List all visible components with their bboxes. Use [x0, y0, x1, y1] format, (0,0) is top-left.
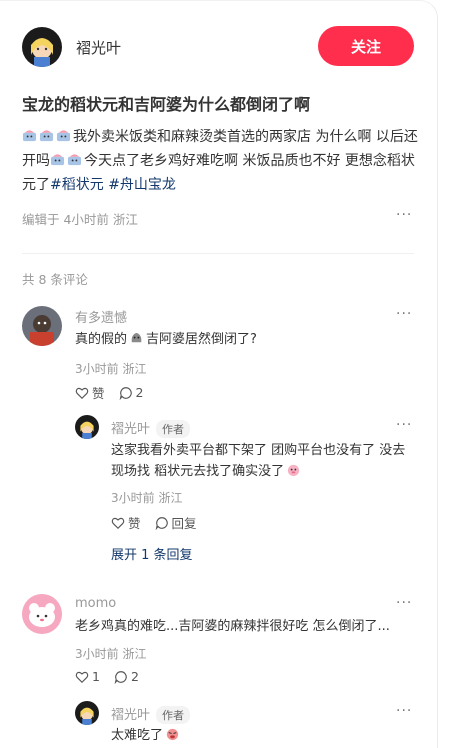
- post-more-icon[interactable]: ···: [396, 207, 412, 223]
- reply-actions: 赞 回复: [111, 513, 211, 532]
- reply-author-avatar[interactable]: [75, 701, 99, 725]
- like-button[interactable]: 1: [75, 669, 100, 684]
- emoji-icon: [127, 332, 146, 347]
- expand-replies-link[interactable]: 展开 1 条回复: [111, 544, 193, 563]
- reply-button[interactable]: 2: [119, 385, 144, 400]
- commenter-avatar[interactable]: [22, 594, 62, 634]
- post-meta: 编辑于 4小时前 浙江: [22, 212, 138, 227]
- comment-meta: 3小时前 浙江: [75, 362, 147, 376]
- like-count: 1: [92, 669, 100, 684]
- comment-count: 共 8 条评论: [22, 272, 88, 287]
- hashtag-link[interactable]: #稻状元: [50, 177, 104, 193]
- reply-button[interactable]: 2: [114, 669, 139, 684]
- reply-text-part: 这家我看外卖平台都下架了 团购平台也没有了 没去现场找 稻状元去找了确实没了: [111, 443, 406, 479]
- comment-more-icon[interactable]: ···: [396, 595, 412, 611]
- reply-author-name: 褶光叶 作者: [111, 704, 191, 724]
- commenter-avatar[interactable]: [22, 306, 62, 346]
- comment-text-part: 真的假的: [75, 332, 128, 347]
- emoji-icon: [56, 129, 73, 145]
- reply-count: 2: [135, 385, 144, 400]
- reply-text-part: 太难吃了: [111, 728, 164, 743]
- like-button[interactable]: 赞: [75, 383, 105, 402]
- note-detail-panel: 褶光叶 关注 宝龙的稻状元和吉阿婆为什么都倒闭了啊 我外卖米饭类和麻辣烫类首选的…: [0, 0, 438, 748]
- emoji-icon: [284, 464, 303, 479]
- reply-author-avatar[interactable]: [75, 415, 99, 439]
- commenter-name[interactable]: 有多遗憾: [75, 307, 127, 326]
- follow-button[interactable]: 关注: [318, 26, 414, 66]
- emoji-icon: [39, 129, 56, 145]
- comment-bubble-icon: [114, 670, 127, 684]
- hashtag-link[interactable]: #舟山宝龙: [108, 177, 176, 193]
- reply-name[interactable]: 褶光叶: [111, 422, 150, 437]
- commenter-name[interactable]: momo: [75, 596, 116, 611]
- comment-meta: 3小时前 浙江: [75, 647, 147, 661]
- reply-label: 回复: [171, 516, 197, 531]
- emoji-icon: [67, 153, 84, 169]
- reply-text: 太难吃了: [111, 725, 413, 746]
- heart-icon: [111, 517, 125, 529]
- emoji-icon: [22, 129, 39, 145]
- heart-icon: [75, 671, 89, 683]
- author-badge: 作者: [156, 420, 191, 438]
- like-label: 赞: [92, 386, 105, 401]
- comment-actions: 1 2: [75, 669, 153, 684]
- comment-text: 老乡鸡真的难吃...吉阿婆的麻辣拌很好吃 怎么倒闭了...: [75, 619, 390, 634]
- emoji-icon: [163, 728, 182, 743]
- comment-actions: 赞 2: [75, 383, 157, 402]
- author-name[interactable]: 褶光叶: [76, 37, 121, 58]
- reply-text: 这家我看外卖平台都下架了 团购平台也没有了 没去现场找 稻状元去找了确实没了: [111, 440, 413, 482]
- comment-bubble-icon: [155, 516, 168, 530]
- emoji-icon: [50, 153, 67, 169]
- heart-icon: [75, 387, 89, 399]
- reply-more-icon[interactable]: ···: [396, 703, 412, 719]
- reply-more-icon[interactable]: ···: [396, 417, 412, 433]
- like-button[interactable]: 赞: [111, 513, 141, 532]
- divider: [22, 253, 414, 254]
- post-content: 我外卖米饭类和麻辣烫类首选的两家店 为什么啊 以后还开吗 今天点了老乡鸡好难吃啊 …: [22, 125, 418, 197]
- reply-button[interactable]: 回复: [155, 513, 197, 532]
- reply-author-name: 褶光叶 作者: [111, 418, 191, 438]
- like-label: 赞: [128, 516, 141, 531]
- author-avatar[interactable]: [22, 27, 62, 67]
- reply-count: 2: [130, 669, 139, 684]
- comment-more-icon[interactable]: ···: [396, 306, 412, 322]
- reply-meta: 3小时前 浙江: [111, 491, 183, 505]
- author-badge: 作者: [156, 706, 191, 724]
- comment-bubble-icon: [119, 386, 132, 400]
- author-header: 褶光叶 关注: [22, 26, 414, 68]
- comment-text-part: 吉阿婆居然倒闭了?: [146, 332, 257, 347]
- reply-name[interactable]: 褶光叶: [111, 708, 150, 723]
- comment-text: 真的假的 吉阿婆居然倒闭了?: [75, 329, 405, 350]
- post-title: 宝龙的稻状元和吉阿婆为什么都倒闭了啊: [22, 95, 311, 114]
